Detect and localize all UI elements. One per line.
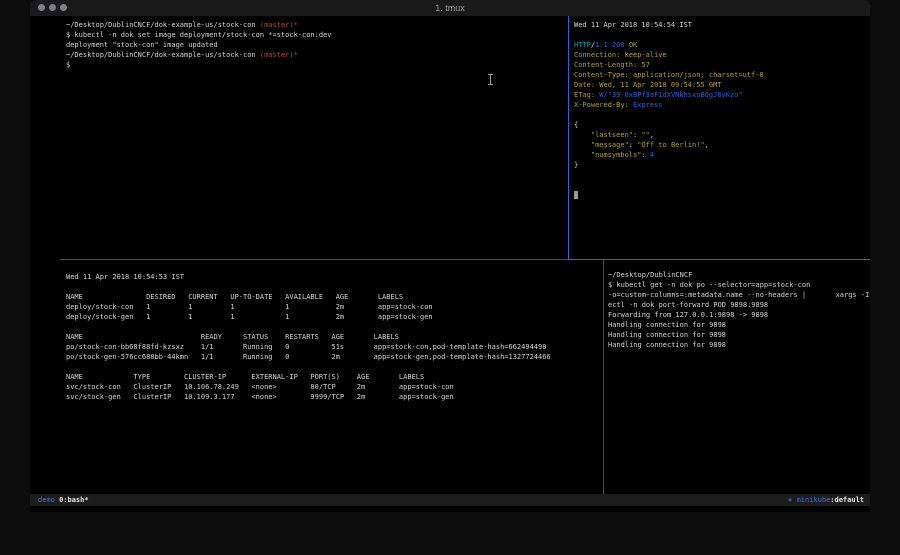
pane-kubectl-watch[interactable]: Wed 11 Apr 2018 10:54:53 IST NAME DESIRE…: [60, 260, 609, 506]
tmux-status-right: ⎈ minikube:default: [788, 494, 864, 506]
pane-http-response[interactable]: Wed 11 Apr 2018 10:54:54 IST HTTP/1.1 20…: [569, 16, 870, 263]
kubernetes-helm-icon: ⎈: [788, 496, 796, 504]
kube-context: minikube: [797, 496, 831, 504]
tmux-status-bar: demo 0:bash* ⎈ minikube:default: [30, 494, 870, 506]
window-title: 1. tmux: [30, 0, 870, 16]
pane-port-forward-output: ~/Desktop/DublinCNCF$ kubectl get -n dok…: [608, 270, 870, 350]
mouse-ibeam-cursor: [488, 74, 493, 85]
pane-port-forward[interactable]: ~/Desktop/DublinCNCF$ kubectl get -n dok…: [604, 260, 870, 504]
tmux-window-tab[interactable]: 0:bash*: [59, 496, 89, 504]
pane-shell-set-image[interactable]: ~/Desktop/DublinCNCF/dok-example-us/stoc…: [60, 16, 574, 263]
window-titlebar: 1. tmux: [30, 0, 870, 17]
pane-http-response-output: Wed 11 Apr 2018 10:54:54 IST HTTP/1.1 20…: [574, 20, 870, 200]
kube-namespace: :default: [830, 496, 864, 504]
pane-shell-set-image-output: ~/Desktop/DublinCNCF/dok-example-us/stoc…: [66, 20, 574, 70]
tmux-status-left: demo 0:bash*: [38, 494, 89, 506]
pane-kubectl-watch-output: Wed 11 Apr 2018 10:54:53 IST NAME DESIRE…: [66, 272, 609, 402]
terminal-window: 1. tmux ~/Desktop/DublinCNCF/dok-example…: [30, 0, 870, 512]
tmux-session-name: demo: [38, 496, 55, 504]
screen: 1. tmux ~/Desktop/DublinCNCF/dok-example…: [0, 0, 900, 555]
